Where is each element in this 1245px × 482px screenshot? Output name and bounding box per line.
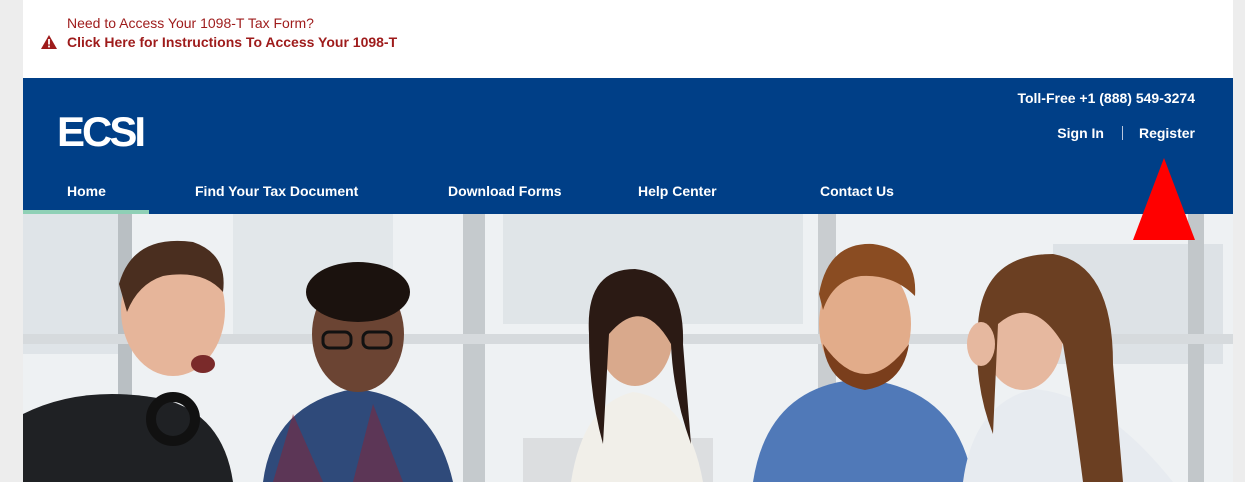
page: Need to Access Your 1098-T Tax Form? Cli… [23,0,1233,482]
register-link[interactable]: Register [1139,125,1195,141]
nav-item-help-center[interactable]: Help Center [638,183,717,199]
alert-instructions-link[interactable]: Click Here for Instructions To Access Yo… [41,34,397,50]
alert-link-label: Click Here for Instructions To Access Yo… [67,34,398,50]
sign-in-link[interactable]: Sign In [1057,125,1104,141]
nav-item-contact-us[interactable]: Contact Us [820,183,894,199]
link-divider [1121,126,1123,140]
nav-item-home[interactable]: Home [67,183,106,199]
nav-item-find-your-tax-document[interactable]: Find Your Tax Document [195,183,358,199]
hero-image [23,214,1233,482]
tax-form-alert: Need to Access Your 1098-T Tax Form? Cli… [23,0,1233,78]
students-photo-illustration [23,214,1233,482]
red-arrow-up-icon [1133,158,1195,240]
toll-free-number: Toll-Free +1 (888) 549-3274 [1017,90,1195,106]
warning-triangle-icon [41,35,57,49]
site-header: ECSI Toll-Free +1 (888) 549-3274 Sign In… [23,78,1233,214]
nav-item-download-forms[interactable]: Download Forms [448,183,562,199]
main-nav: Home Find Your Tax Document Download For… [23,178,1233,214]
ecsi-logo[interactable]: ECSI [57,108,146,156]
account-links: Sign In Register [1057,125,1195,141]
alert-question: Need to Access Your 1098-T Tax Form? [67,15,314,31]
